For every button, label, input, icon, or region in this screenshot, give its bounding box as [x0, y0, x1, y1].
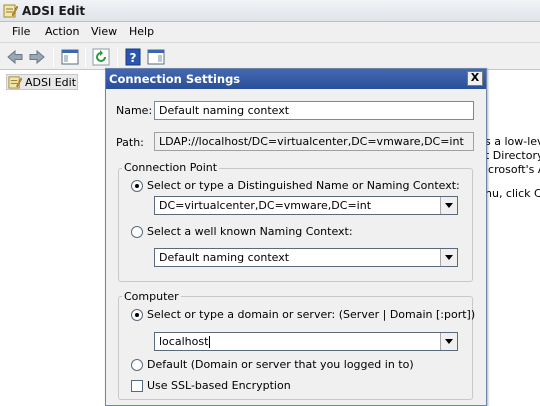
- show-hide-action-pane-icon[interactable]: [146, 47, 166, 67]
- dialog-titlebar: Connection Settings X: [106, 69, 486, 89]
- results-text-line: s a low-leve: [485, 135, 540, 148]
- console-tree-icon[interactable]: [60, 47, 80, 67]
- results-text-line: t Directory: [485, 149, 540, 162]
- refresh-icon[interactable]: [91, 47, 111, 67]
- tree-item-label: ADSI Edit: [25, 76, 77, 89]
- toolbar-separator: [53, 47, 54, 67]
- toolbar: ?: [0, 42, 540, 70]
- menu-file[interactable]: File: [12, 25, 30, 38]
- chevron-down-icon[interactable]: [440, 249, 457, 266]
- radio-domain-or-server[interactable]: [131, 309, 143, 321]
- path-label: Path:: [116, 136, 144, 149]
- ssl-encryption-label: Use SSL-based Encryption: [147, 379, 291, 392]
- text-caret: [209, 336, 211, 348]
- radio-well-known-context[interactable]: [131, 226, 143, 238]
- adsi-edit-icon: [3, 4, 18, 18]
- radio-distinguished-name[interactable]: [131, 180, 143, 192]
- close-icon: X: [470, 71, 480, 84]
- radio-default-domain-label: Default (Domain or server that you logge…: [147, 358, 414, 371]
- connection-settings-dialog: Connection Settings X Name: Default nami…: [105, 68, 487, 406]
- adsi-edit-icon: [8, 76, 22, 89]
- name-input[interactable]: Default naming context: [154, 101, 474, 120]
- radio-domain-or-server-label: Select or type a domain or server: (Serv…: [147, 308, 476, 321]
- path-field: LDAP://localhost/DC=virtualcenter,DC=vmw…: [154, 132, 474, 151]
- help-icon[interactable]: ?: [123, 47, 143, 67]
- server-value-text: localhost: [159, 335, 209, 348]
- well-known-context-combo[interactable]: Default naming context: [154, 248, 458, 267]
- name-label: Name:: [116, 104, 153, 117]
- chevron-down-icon[interactable]: [440, 197, 457, 214]
- computer-legend: Computer: [122, 290, 181, 303]
- distinguished-name-combo[interactable]: DC=virtualcenter,DC=vmware,DC=int: [154, 196, 458, 215]
- chevron-down-icon[interactable]: [440, 333, 457, 350]
- menu-bar: File Action View Help: [0, 22, 540, 42]
- radio-well-known-context-label: Select a well known Naming Context:: [147, 225, 353, 238]
- tree-item-adsi-edit[interactable]: ADSI Edit: [6, 74, 78, 90]
- close-button[interactable]: X: [467, 71, 483, 86]
- dialog-title: Connection Settings: [109, 72, 241, 86]
- back-arrow-icon[interactable]: [5, 47, 25, 67]
- radio-distinguished-name-label: Select or type a Distinguished Name or N…: [147, 179, 460, 192]
- path-field-value: LDAP://localhost/DC=virtualcenter,DC=vmw…: [159, 135, 464, 148]
- menu-help[interactable]: Help: [129, 25, 154, 38]
- name-input-value: Default naming context: [159, 104, 290, 117]
- app-titlebar: ADSI Edit: [0, 0, 540, 22]
- radio-default-domain[interactable]: [131, 359, 143, 371]
- menu-action[interactable]: Action: [45, 25, 79, 38]
- results-text-line: icrosoft's A: [485, 163, 540, 176]
- results-text-line: nu, click Co: [485, 187, 540, 200]
- toolbar-separator: [85, 47, 86, 67]
- svg-text:?: ?: [130, 51, 137, 65]
- connection-point-legend: Connection Point: [122, 161, 220, 174]
- console-tree: ADSI Edit: [0, 70, 107, 406]
- distinguished-name-value: DC=virtualcenter,DC=vmware,DC=int: [159, 199, 372, 212]
- well-known-context-value: Default naming context: [159, 251, 290, 264]
- ssl-encryption-checkbox[interactable]: [131, 380, 143, 392]
- server-combo[interactable]: localhost: [154, 332, 458, 351]
- toolbar-separator: [117, 47, 118, 67]
- app-title: ADSI Edit: [22, 4, 86, 18]
- server-value: localhost: [159, 335, 211, 348]
- forward-arrow-icon[interactable]: [27, 47, 47, 67]
- menu-view[interactable]: View: [91, 25, 117, 38]
